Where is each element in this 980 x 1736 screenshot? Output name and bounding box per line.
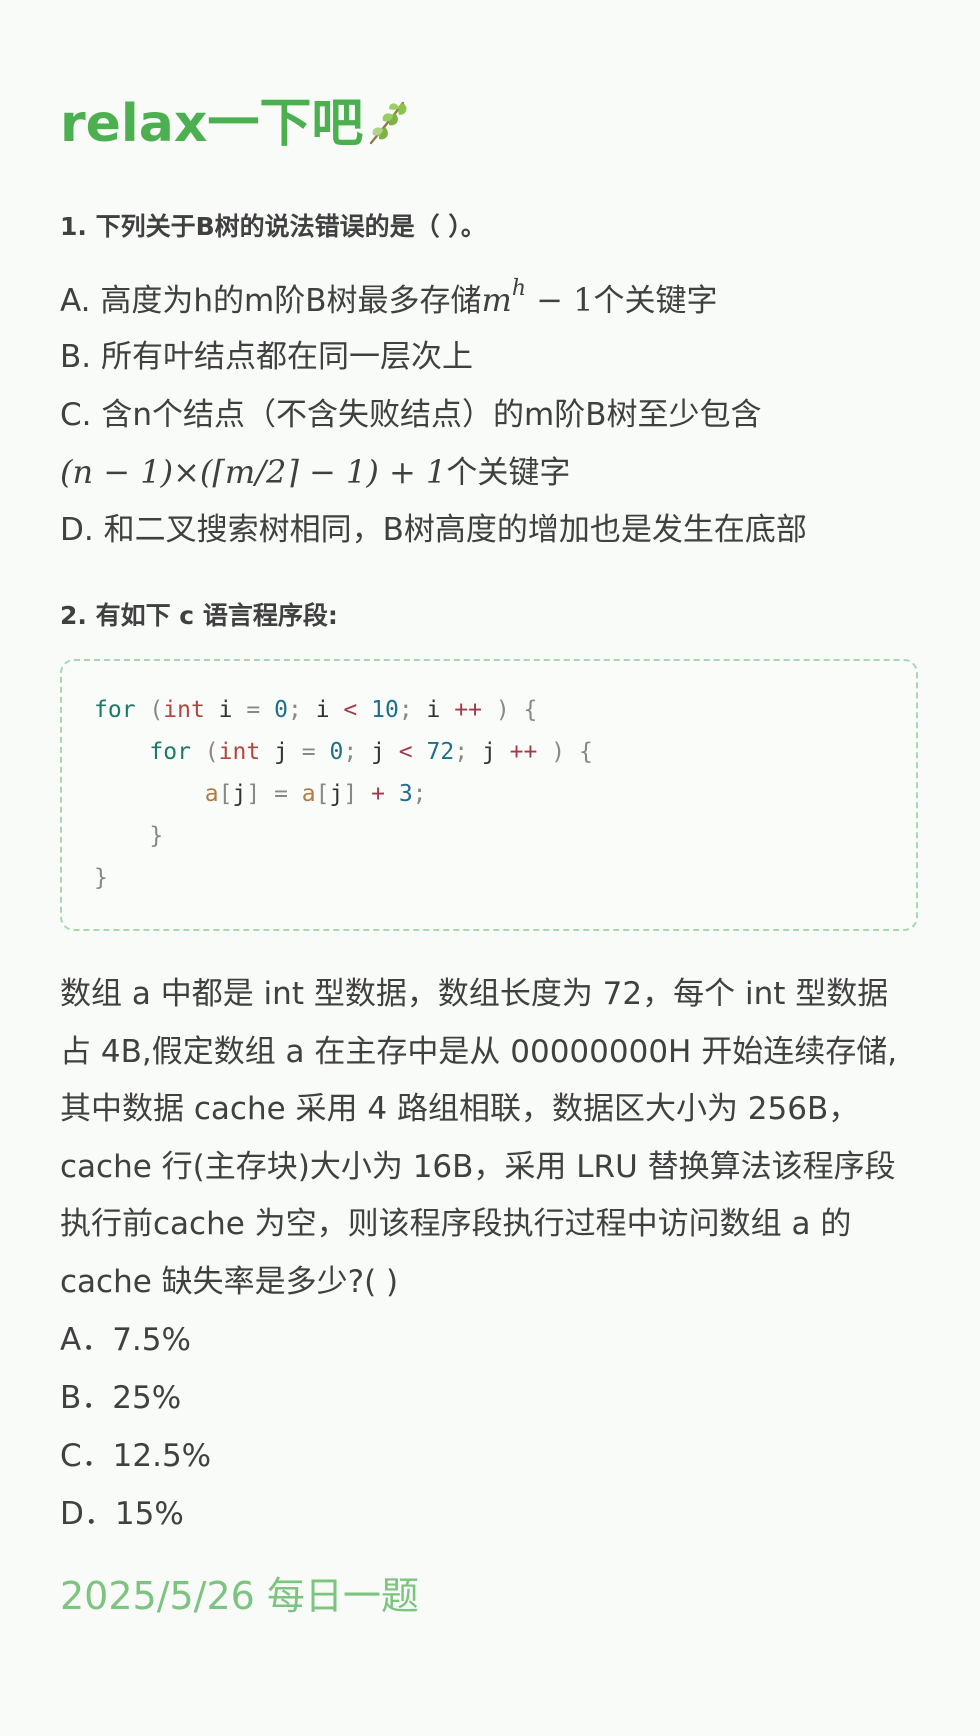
math-base: m	[481, 281, 512, 319]
q1-option-c-suffix: 个关键字	[446, 455, 571, 491]
page-title-text: relax一下吧	[60, 94, 364, 154]
q1-option-a-math: mh − 1	[481, 278, 594, 320]
q1-option-d: D. 和二叉搜索树相同，B树高度的增加也是发生在底部	[60, 512, 807, 548]
q2-choice-b: B．25%	[60, 1380, 182, 1416]
q2-choice-a: A．7.5%	[60, 1322, 191, 1358]
code-block: for (int i = 0; i < 10; i ++ ) { for (in…	[60, 659, 918, 931]
math-rest: − 1	[526, 281, 594, 319]
math-exponent: h	[511, 276, 526, 301]
code-text: for (int i = 0; i < 10; i ++ ) { for (in…	[94, 689, 593, 899]
q2-choice-c: C．12.5%	[60, 1438, 212, 1474]
footer-date: 2025/5/26 每日一题	[60, 1574, 419, 1618]
paragraph-line: cache 行(主存块)大小为 16B，采用 LRU 替换算法该程序段	[60, 1148, 896, 1185]
paragraph-line: 占 4B,假定数组 a 在主存中是从 00000000H 开始连续存储,	[60, 1033, 898, 1070]
q1-option-c-line1: C. 含n个结点（不含失败结点）的m阶B树至少包含	[60, 397, 762, 433]
code-line-2: for (int j = 0; j < 72; j ++ ) {	[149, 739, 593, 765]
code-line-5: }	[94, 865, 108, 891]
q1-option-b: B. 所有叶结点都在同一层次上	[60, 339, 473, 375]
paragraph-line: cache 缺失率是多少?( )	[60, 1263, 399, 1300]
q1-option-a: A. 高度为h的m阶B树最多存储mh − 1个关键字	[60, 278, 718, 321]
paragraph-line: 其中数据 cache 采用 4 路组相联，数据区大小为 256B，	[60, 1091, 860, 1127]
paragraph-line: 执行前cache 为空，则该程序段执行过程中访问数组 a 的	[60, 1206, 852, 1242]
question-1-heading: 1. 下列关于B树的说法错误的是（ ）。	[60, 212, 486, 241]
q1-option-a-prefix: A. 高度为h的m阶B树最多存储	[60, 283, 482, 319]
code-line-1: for (int i = 0; i < 10; i ++ ) {	[94, 697, 538, 723]
page-title: relax一下吧	[60, 92, 411, 156]
paragraph-line: 数组 a 中都是 int 型数据，数组长度为 72，每个 int 型数据	[60, 976, 889, 1012]
q1-option-c-line2: (n − 1)×(⌈m/2⌉ − 1) + 1个关键字	[60, 452, 570, 493]
question-2-paragraph: 数组 a 中都是 int 型数据，数组长度为 72，每个 int 型数据 占 4…	[60, 966, 920, 1311]
leaf-icon	[365, 97, 411, 147]
q2-choice-d: D．15%	[60, 1496, 184, 1532]
q1-option-a-suffix: 个关键字	[593, 283, 718, 319]
question-2-heading: 2. 有如下 c 语言程序段:	[60, 601, 338, 630]
code-line-4: }	[149, 823, 164, 849]
code-line-3: a[j] = a[j] + 3;	[204, 781, 427, 807]
q1-option-c-math: (n − 1)×(⌈m/2⌉ − 1) + 1	[60, 453, 447, 491]
